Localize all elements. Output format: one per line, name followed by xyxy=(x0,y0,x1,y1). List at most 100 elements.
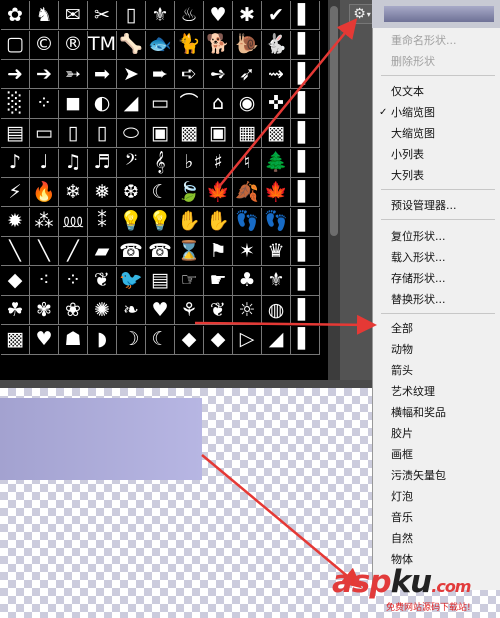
shape-thumbnail[interactable]: ▌ xyxy=(291,207,320,237)
shape-thumbnail[interactable]: ◍ xyxy=(262,296,291,325)
shape-thumbnail[interactable]: ⇝ xyxy=(262,60,291,89)
menu-item-save-shapes[interactable]: 存储形状... xyxy=(391,272,446,286)
menu-item-rename[interactable]: 重命名形状... xyxy=(391,34,457,48)
shape-thumbnail[interactable]: ◢ xyxy=(262,325,291,355)
shape-thumbnail[interactable]: ♩ xyxy=(30,148,59,178)
shape-thumbnail[interactable]: ✔ xyxy=(262,1,291,30)
shape-thumbnail[interactable]: ⌂ xyxy=(204,89,233,119)
shape-thumbnail[interactable]: ✾ xyxy=(30,296,59,325)
shape-thumbnail[interactable]: 💡 xyxy=(146,207,175,237)
menu-item-small-thumbnail[interactable]: 小缩览图 xyxy=(391,106,435,120)
shape-thumbnail[interactable]: ➪ xyxy=(175,60,204,89)
scrollbar-thumb[interactable] xyxy=(330,6,338,236)
menu-item-category-animals[interactable]: 动物 xyxy=(391,343,413,357)
shape-thumbnail[interactable]: ⬭ xyxy=(117,119,146,148)
menu-item-category-all[interactable]: 全部 xyxy=(391,322,413,336)
shape-thumbnail[interactable]: ♬ xyxy=(88,148,117,178)
shape-thumbnail[interactable]: ▩ xyxy=(262,119,291,148)
shape-thumbnail[interactable]: ☞ xyxy=(175,266,204,296)
shape-thumbnail[interactable]: ▌ xyxy=(291,178,320,207)
menu-item-text-only[interactable]: 仅文本 xyxy=(391,85,424,99)
menu-item-large-list[interactable]: 大列表 xyxy=(391,169,424,183)
shape-thumbnail[interactable]: ▯ xyxy=(59,119,88,148)
shape-thumbnail[interactable]: 🍁 xyxy=(204,178,233,207)
shape-thumbnail[interactable]: ▌ xyxy=(291,60,320,89)
shape-thumbnail[interactable]: ▰ xyxy=(88,237,117,266)
shape-thumbnail[interactable]: ➶ xyxy=(233,60,262,89)
shape-thumbnail[interactable]: 🍃 xyxy=(175,178,204,207)
menu-item-category-arrows[interactable]: 箭头 xyxy=(391,364,413,378)
shape-thumbnail[interactable]: 🐦 xyxy=(117,266,146,296)
shape-thumbnail[interactable]: ☽ xyxy=(117,325,146,355)
shape-thumbnail[interactable]: ╱ xyxy=(59,237,88,266)
shape-thumbnail[interactable]: ♫ xyxy=(59,148,88,178)
shape-thumbnail[interactable]: ⁖ xyxy=(30,266,59,296)
shape-thumbnail[interactable]: ☎ xyxy=(117,237,146,266)
shape-thumbnail[interactable]: ▯ xyxy=(117,1,146,30)
shape-thumbnail[interactable]: ♪ xyxy=(1,148,30,178)
menu-item-category-film[interactable]: 胶片 xyxy=(391,427,413,441)
shape-thumbnail[interactable]: ▭ xyxy=(30,119,59,148)
shape-thumbnail[interactable]: ◐ xyxy=(88,89,117,119)
shape-thumbnail[interactable]: ® xyxy=(59,30,88,60)
shape-thumbnail[interactable]: ☼ xyxy=(233,296,262,325)
shape-thumbnail[interactable]: ▌ xyxy=(291,148,320,178)
shape-thumbnail[interactable]: ❄ xyxy=(59,178,88,207)
shape-thumbnail[interactable]: ▌ xyxy=(291,119,320,148)
shape-thumbnail[interactable]: 🍁 xyxy=(262,178,291,207)
shape-thumbnail[interactable]: 👣 xyxy=(262,207,291,237)
shape-thumbnail[interactable]: ❧ xyxy=(117,296,146,325)
shape-thumbnail[interactable]: ☾ xyxy=(146,325,175,355)
shape-thumbnail[interactable]: 🐕 xyxy=(204,30,233,60)
shape-thumbnail[interactable]: ✜ xyxy=(262,89,291,119)
shape-thumbnail[interactable]: ✺ xyxy=(88,296,117,325)
shape-thumbnail[interactable]: © xyxy=(30,30,59,60)
shape-thumbnail[interactable]: ☛ xyxy=(204,266,233,296)
shape-thumbnail[interactable]: 💡 xyxy=(117,207,146,237)
shape-thumbnail[interactable]: ⁑ xyxy=(88,207,117,237)
shape-thumbnail[interactable]: ♣ xyxy=(233,266,262,296)
shape-thumbnail[interactable]: ⅏ xyxy=(59,207,88,237)
shape-thumbnail[interactable]: ▌ xyxy=(291,30,320,60)
shape-thumbnail[interactable]: ◼ xyxy=(59,89,88,119)
shape-thumbnail[interactable]: 🦴 xyxy=(117,30,146,60)
shape-thumbnail[interactable]: ▌ xyxy=(291,1,320,30)
shape-thumbnail[interactable]: ➔ xyxy=(30,60,59,89)
shape-thumbnail[interactable]: ▩ xyxy=(175,119,204,148)
shape-thumbnail[interactable]: ✋ xyxy=(175,207,204,237)
shape-thumbnail[interactable]: ➡ xyxy=(88,60,117,89)
shape-thumbnail[interactable]: ♥ xyxy=(146,296,175,325)
shape-thumbnail[interactable]: 🐌 xyxy=(233,30,262,60)
shape-thumbnail[interactable]: ▯ xyxy=(88,119,117,148)
shape-thumbnail[interactable]: ▌ xyxy=(291,296,320,325)
menu-item-large-thumbnail[interactable]: 大缩览图 xyxy=(391,127,435,141)
shape-thumbnail[interactable]: ▌ xyxy=(291,237,320,266)
menu-item-category-music[interactable]: 音乐 xyxy=(391,511,413,525)
shape-thumbnail[interactable]: TM xyxy=(88,30,117,60)
shape-thumbnail[interactable]: ╲ xyxy=(30,237,59,266)
shape-thumbnail[interactable]: ❆ xyxy=(117,178,146,207)
shape-thumbnail[interactable]: ☎ xyxy=(146,237,175,266)
shape-thumbnail[interactable]: ⚑ xyxy=(204,237,233,266)
shape-thumbnail[interactable]: ✹ xyxy=(1,207,30,237)
shape-thumbnail[interactable]: ♭ xyxy=(175,148,204,178)
shape-thumbnail[interactable]: ✿ xyxy=(1,1,30,30)
shape-thumbnail[interactable]: ⌛ xyxy=(175,237,204,266)
shape-thumbnail[interactable]: ☗ xyxy=(59,325,88,355)
shape-thumbnail[interactable]: ⁂ xyxy=(30,207,59,237)
shape-thumbnail[interactable]: ➳ xyxy=(59,60,88,89)
menu-item-reset-shapes[interactable]: 复位形状... xyxy=(391,230,446,244)
shape-thumbnail[interactable]: ◆ xyxy=(175,325,204,355)
menu-item-delete[interactable]: 删除形状 xyxy=(391,55,435,69)
shape-thumbnail[interactable]: ♯ xyxy=(204,148,233,178)
shape-thumbnail[interactable]: ✉ xyxy=(59,1,88,30)
shape-thumbnail[interactable]: ⚡ xyxy=(1,178,30,207)
shape-thumbnail[interactable]: ▤ xyxy=(146,266,175,296)
shape-thumbnail[interactable]: 🐈 xyxy=(175,30,204,60)
shape-thumbnail[interactable]: 🐟 xyxy=(146,30,175,60)
shape-thumbnail[interactable]: ♥ xyxy=(30,325,59,355)
shape-thumbnail[interactable]: ➺ xyxy=(204,60,233,89)
shape-thumbnail[interactable]: ➤ xyxy=(117,60,146,89)
shape-thumbnail[interactable]: ◢ xyxy=(117,89,146,119)
shape-thumbnail[interactable]: ✋ xyxy=(204,207,233,237)
